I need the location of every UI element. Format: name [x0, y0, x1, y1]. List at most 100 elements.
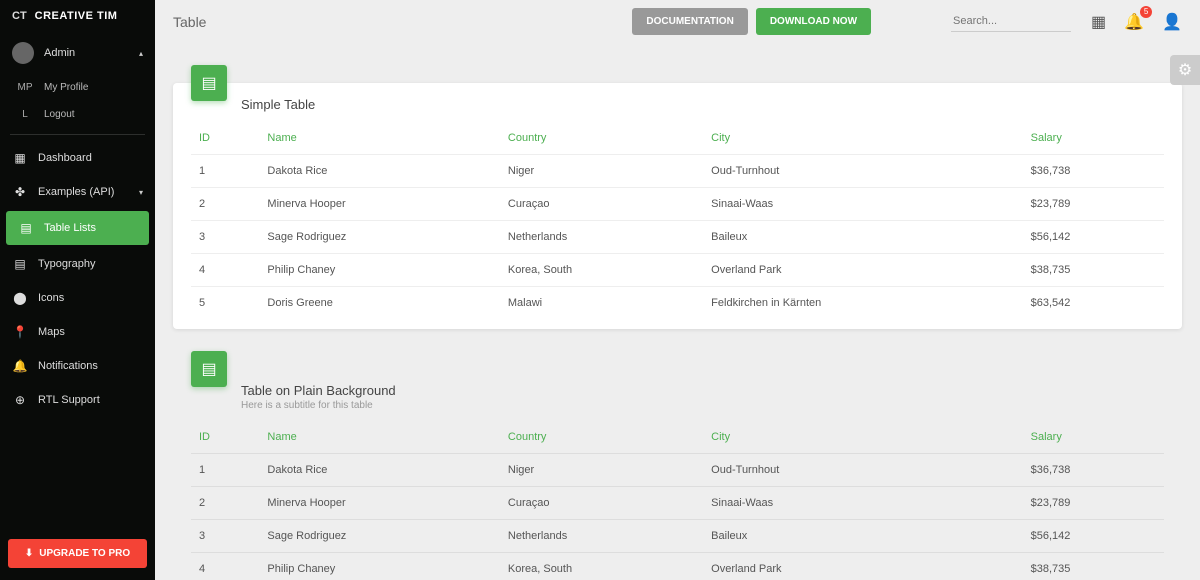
table-cell: Korea, South: [500, 254, 703, 287]
dashboard-icon: ▦: [12, 151, 28, 165]
table-cell: Baileux: [703, 520, 1022, 553]
table-cell: $63,542: [1023, 287, 1164, 320]
table-cell: $38,735: [1023, 553, 1164, 580]
sidebar-item-notifications[interactable]: 🔔 Notifications: [0, 349, 155, 383]
table-row: 1Dakota RiceNigerOud-Turnhout$36,738: [191, 155, 1164, 188]
sidebar-item-examples[interactable]: ✤ Examples (API) ▾: [0, 175, 155, 209]
table-cell: Curaçao: [500, 487, 703, 520]
simple-table: IDNameCountryCitySalary 1Dakota RiceNige…: [191, 122, 1164, 319]
table-cell: $36,738: [1023, 454, 1164, 487]
user-name: Admin: [44, 47, 129, 59]
sidebar-user-toggle[interactable]: Admin ▴: [0, 32, 155, 74]
table-row: 4Philip ChaneyKorea, SouthOverland Park$…: [191, 553, 1164, 580]
column-header: Country: [500, 421, 703, 454]
table-row: 2Minerva HooperCuraçaoSinaai-Waas$23,789: [191, 188, 1164, 221]
table-cell: Dakota Rice: [259, 155, 499, 188]
table-cell: Sinaai-Waas: [703, 487, 1022, 520]
table-cell: 1: [191, 454, 259, 487]
label: My Profile: [44, 82, 88, 93]
label: Typography: [38, 258, 143, 270]
table-cell: Oud-Turnhout: [703, 454, 1022, 487]
label: RTL Support: [38, 394, 143, 406]
settings-toggle[interactable]: ⚙: [1170, 55, 1200, 85]
table-cell: Oud-Turnhout: [703, 155, 1022, 188]
column-header: Salary: [1023, 122, 1164, 155]
sidebar-item-my-profile[interactable]: MP My Profile: [10, 74, 155, 101]
table-cell: 2: [191, 188, 259, 221]
table-cell: Feldkirchen in Kärnten: [703, 287, 1022, 320]
bell-icon: 🔔: [12, 359, 28, 373]
table-cell: $56,142: [1023, 221, 1164, 254]
table-row: 3Sage RodriguezNetherlandsBaileux$56,142: [191, 520, 1164, 553]
table-cell: Niger: [500, 454, 703, 487]
upgrade-button[interactable]: ⬇ UPGRADE TO PRO: [8, 539, 147, 568]
page-title: Table: [173, 14, 206, 30]
table-cell: Baileux: [703, 221, 1022, 254]
column-header: City: [703, 421, 1022, 454]
dashboard-icon[interactable]: ▦: [1091, 12, 1106, 32]
chevron-down-icon: ▾: [139, 188, 143, 197]
notifications-icon[interactable]: 🔔5: [1124, 12, 1144, 32]
table-cell: Korea, South: [500, 553, 703, 580]
table-cell: $36,738: [1023, 155, 1164, 188]
column-header: Name: [259, 122, 499, 155]
table-icon: ▤: [18, 221, 34, 235]
card-title: Table on Plain Background: [241, 383, 1164, 398]
notif-badge: 5: [1140, 6, 1152, 18]
documentation-button[interactable]: DOCUMENTATION: [632, 8, 747, 35]
typography-icon: ▤: [12, 257, 28, 271]
card-title: Simple Table: [241, 97, 1164, 112]
table-cell: Philip Chaney: [259, 553, 499, 580]
table-cell: Minerva Hooper: [259, 487, 499, 520]
label: Maps: [38, 326, 143, 338]
table-cell: 1: [191, 155, 259, 188]
user-icon[interactable]: 👤: [1162, 12, 1182, 32]
table-row: 5Doris GreeneMalawiFeldkirchen in Kärnte…: [191, 287, 1164, 320]
divider: [10, 134, 145, 135]
sidebar-item-logout[interactable]: L Logout: [10, 101, 155, 128]
label: Icons: [38, 292, 143, 304]
column-header: City: [703, 122, 1022, 155]
label: UPGRADE TO PRO: [39, 548, 130, 559]
search-input[interactable]: [951, 11, 1071, 32]
table-cell: 4: [191, 553, 259, 580]
label: Notifications: [38, 360, 143, 372]
label: Logout: [44, 109, 75, 120]
column-header: Country: [500, 122, 703, 155]
gear-icon: ⚙: [1178, 60, 1192, 80]
icons-icon: ⬤: [12, 291, 28, 305]
avatar: [12, 42, 34, 64]
topbar: Table DOCUMENTATION DOWNLOAD NOW ▦ 🔔5 👤: [155, 0, 1200, 43]
table-row: 1Dakota RiceNigerOud-Turnhout$36,738: [191, 454, 1164, 487]
abbr: L: [16, 109, 34, 120]
column-header: ID: [191, 421, 259, 454]
table-cell: Overland Park: [703, 254, 1022, 287]
table-cell: Philip Chaney: [259, 254, 499, 287]
table-cell: $23,789: [1023, 188, 1164, 221]
label: Dashboard: [38, 152, 143, 164]
sidebar-item-typography[interactable]: ▤ Typography: [0, 247, 155, 281]
table-row: 3Sage RodriguezNetherlandsBaileux$56,142: [191, 221, 1164, 254]
table-cell: Malawi: [500, 287, 703, 320]
user-submenu: MP My Profile L Logout: [0, 74, 155, 128]
table-cell: $56,142: [1023, 520, 1164, 553]
sidebar-item-maps[interactable]: 📍 Maps: [0, 315, 155, 349]
label: Table Lists: [44, 222, 137, 234]
sidebar-item-icons[interactable]: ⬤ Icons: [0, 281, 155, 315]
sidebar-item-table-lists[interactable]: ▤ Table Lists: [6, 211, 149, 245]
brand[interactable]: CT CREATIVE TIM: [0, 0, 155, 32]
table-cell: Sinaai-Waas: [703, 188, 1022, 221]
table-cell: Dakota Rice: [259, 454, 499, 487]
table-cell: 2: [191, 487, 259, 520]
main-content: Table DOCUMENTATION DOWNLOAD NOW ▦ 🔔5 👤 …: [155, 0, 1200, 580]
table-row: 4Philip ChaneyKorea, SouthOverland Park$…: [191, 254, 1164, 287]
download-button[interactable]: DOWNLOAD NOW: [756, 8, 871, 35]
column-header: Salary: [1023, 421, 1164, 454]
table-cell: 4: [191, 254, 259, 287]
label: Examples (API): [38, 186, 129, 198]
card-subtitle: Here is a subtitle for this table: [241, 400, 1164, 411]
sidebar-item-dashboard[interactable]: ▦ Dashboard: [0, 141, 155, 175]
sidebar-item-rtl[interactable]: ⊕ RTL Support: [0, 383, 155, 417]
plain-table: IDNameCountryCitySalary 1Dakota RiceNige…: [191, 421, 1164, 580]
table-cell: $38,735: [1023, 254, 1164, 287]
